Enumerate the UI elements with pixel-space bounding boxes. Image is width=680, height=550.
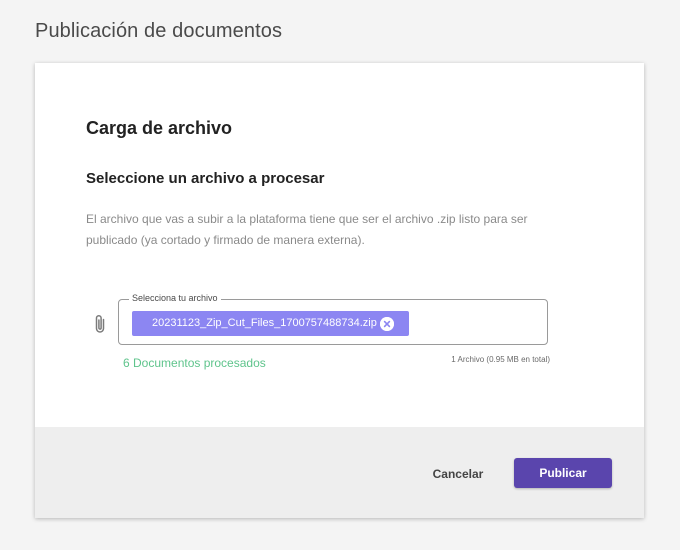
file-input-label: Selecciona tu archivo — [129, 291, 221, 305]
upload-card-title: Carga de archivo — [86, 118, 233, 138]
file-input-field[interactable]: Selecciona tu archivo 20231123_Zip_Cut_F… — [118, 291, 548, 345]
paperclip-icon — [93, 313, 107, 335]
close-circle-icon[interactable] — [380, 317, 394, 331]
file-size-summary: 1 Archivo (0.95 MB en total) — [451, 355, 550, 364]
publish-documents-page: Publicación de documentos Carga de archi… — [0, 0, 680, 550]
selected-file-chip: 20231123_Zip_Cut_Files_1700757488734.zip — [132, 311, 409, 336]
upload-description: El archivo que vas a subir a la platafor… — [86, 212, 528, 247]
selected-file-name: 20231123_Zip_Cut_Files_1700757488734.zip — [152, 317, 377, 329]
upload-card: Carga de archivo Seleccione un archivo a… — [35, 63, 644, 518]
upload-card-body: Carga de archivo Seleccione un archivo a… — [35, 63, 644, 427]
page-title: Publicación de documentos — [35, 20, 283, 42]
processed-documents-count: 6 Documentos procesados — [123, 356, 266, 370]
upload-card-footer: Cancelar Publicar — [35, 427, 644, 518]
publish-button[interactable]: Publicar — [514, 458, 612, 488]
cancel-button[interactable]: Cancelar — [423, 459, 493, 489]
upload-card-subtitle: Seleccione un archivo a procesar — [86, 170, 325, 187]
